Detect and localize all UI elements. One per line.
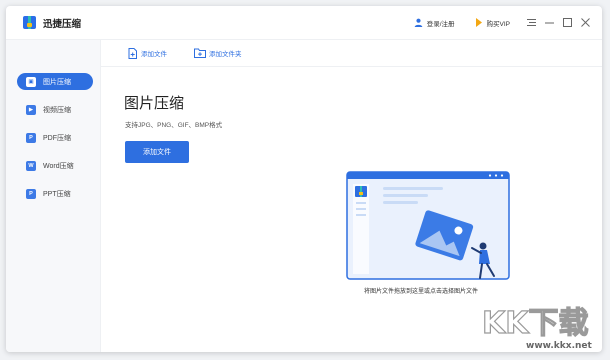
- vip-label: 购买VIP: [486, 20, 510, 28]
- login-label: 登录/注册: [426, 20, 455, 28]
- drop-hint-text: 将图片文件拖放到这里或点击选择图片文件: [364, 289, 479, 295]
- word-doc-icon: W: [26, 160, 36, 171]
- page-title: 图片压缩: [124, 95, 185, 112]
- add-folder-icon: [194, 48, 206, 58]
- toolbar-add-folder-label: 添加文件夹: [209, 51, 242, 58]
- close-icon: [580, 18, 590, 27]
- pdf-doc-icon: P: [26, 132, 36, 143]
- watermark-logo: KK下载: [481, 305, 589, 339]
- app-window: 迅捷压缩 登录/注册 购买VIP ▣ 图片压缩 ▶ 视频压缩 P PDF压缩 W…: [6, 6, 602, 352]
- add-file-button[interactable]: 添加文件: [125, 141, 189, 163]
- toolbar-add-folder-button[interactable]: 添加文件夹: [194, 48, 242, 58]
- sidebar: ▣ 图片压缩 ▶ 视频压缩 P PDF压缩 W Word压缩 P PPT压缩: [6, 40, 101, 352]
- sidebar-item-label: Word压缩: [43, 162, 74, 170]
- maximize-button[interactable]: [562, 18, 572, 28]
- login-button[interactable]: 登录/注册: [414, 18, 455, 28]
- maximize-icon: [562, 18, 572, 27]
- watermark-logo-text: KK下载: [482, 306, 589, 339]
- close-button[interactable]: [580, 18, 590, 28]
- sidebar-item-label: 视频压缩: [43, 106, 71, 114]
- sidebar-item-pdf-compress[interactable]: P PDF压缩: [17, 129, 93, 146]
- minimize-icon: [544, 22, 554, 24]
- app-title: 迅捷压缩: [43, 18, 82, 30]
- add-file-icon: [128, 47, 137, 59]
- sidebar-item-ppt-compress[interactable]: P PPT压缩: [17, 185, 93, 202]
- supported-formats-text: 支持JPG、PNG、GIF、BMP格式: [125, 122, 223, 129]
- sidebar-item-video-compress[interactable]: ▶ 视频压缩: [17, 101, 93, 118]
- video-doc-icon: ▶: [26, 104, 36, 115]
- app-logo-icon: [23, 16, 36, 29]
- drop-zone-illustration[interactable]: [341, 166, 516, 291]
- main-toolbar: 添加文件 添加文件夹: [101, 40, 602, 67]
- title-bar-actions: 登录/注册 购买VIP: [414, 18, 602, 28]
- sidebar-item-label: 图片压缩: [43, 78, 71, 86]
- sidebar-item-image-compress[interactable]: ▣ 图片压缩: [17, 73, 93, 90]
- menu-button[interactable]: [526, 18, 536, 28]
- watermark-url: www.kkx.net: [526, 341, 592, 351]
- user-icon: [414, 18, 422, 27]
- minimize-button[interactable]: [544, 18, 554, 28]
- toolbar-add-file-button[interactable]: 添加文件: [128, 47, 167, 59]
- title-bar: 迅捷压缩 登录/注册 购买VIP: [6, 6, 602, 40]
- buy-vip-button[interactable]: 购买VIP: [475, 18, 510, 28]
- menu-icon: [526, 19, 536, 26]
- toolbar-add-file-label: 添加文件: [141, 51, 167, 58]
- image-doc-icon: ▣: [26, 76, 36, 87]
- ppt-doc-icon: P: [26, 188, 36, 199]
- crown-icon: [475, 18, 482, 27]
- sidebar-item-label: PPT压缩: [43, 190, 71, 198]
- sidebar-item-word-compress[interactable]: W Word压缩: [17, 157, 93, 174]
- sidebar-item-label: PDF压缩: [43, 134, 71, 142]
